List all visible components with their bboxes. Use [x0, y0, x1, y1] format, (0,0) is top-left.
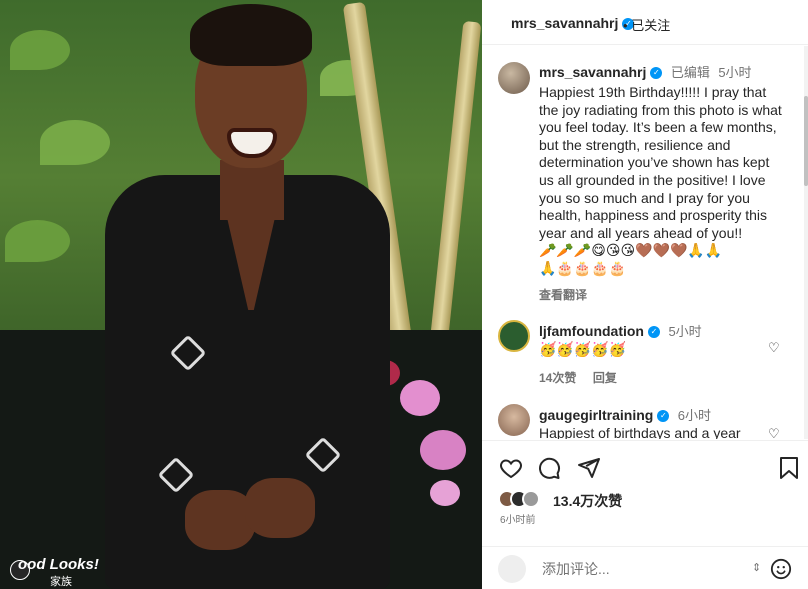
verified-icon: ✓: [650, 66, 663, 79]
liker-avatar: [522, 490, 540, 508]
comment-username[interactable]: ljfamfoundation: [539, 323, 644, 339]
photo-flower: [400, 380, 440, 416]
comment-item: ljfamfoundation ✓ 5小时 🥳🥳🥳🥳🥳 14次赞 回复: [539, 321, 764, 387]
photo-hand: [245, 478, 315, 538]
comment-avatar[interactable]: [498, 320, 530, 352]
photo-plant-stem: [430, 20, 482, 341]
likes-count[interactable]: 13.4万次赞: [553, 491, 622, 511]
post-photo[interactable]: ood Looks! 家族: [0, 0, 482, 589]
comment-time: 5小时: [668, 324, 702, 339]
stepper-icon[interactable]: ⇕: [752, 561, 761, 574]
comment-bubble-icon[interactable]: [536, 455, 562, 481]
verified-icon: ✓: [648, 325, 660, 338]
post-timestamp: 6小时前: [500, 515, 536, 526]
translate-link[interactable]: 查看翻译: [539, 286, 787, 303]
caption-time: 5小时: [718, 65, 752, 80]
photo-foliage: [5, 220, 70, 262]
photo-overlay-subtext: 家族: [50, 576, 72, 588]
verified-icon: ✓: [657, 409, 670, 422]
follow-status[interactable]: • 已关注: [623, 15, 670, 34]
comment-text: Happiest of birthdays and a year: [539, 425, 741, 439]
comment-text: 🥳🥳🥳🥳🥳: [539, 341, 627, 357]
photo-flower: [420, 430, 466, 470]
comment-input[interactable]: 添加评论...: [542, 559, 610, 579]
save-bookmark-icon[interactable]: [776, 455, 802, 481]
follow-button[interactable]: 已关注: [631, 18, 670, 33]
caption-avatar[interactable]: [498, 62, 530, 94]
comment-likes[interactable]: 14次赞: [539, 371, 576, 385]
caption-username[interactable]: mrs_savannahrj: [539, 64, 646, 80]
header-username-row[interactable]: mrs_savannahrj ✓: [511, 15, 635, 31]
photo-neck: [220, 160, 284, 220]
header-username[interactable]: mrs_savannahrj: [511, 15, 618, 31]
comment-item: gaugegirltraining ✓ 6小时 Happiest of birth…: [539, 405, 764, 439]
comment-like-heart-icon[interactable]: ♡: [768, 340, 780, 356]
photo-person: [95, 0, 395, 589]
photo-foliage: [10, 30, 70, 70]
photo-hair: [190, 4, 312, 66]
caption-text: Happiest 19th Birthday!!!!! I pray that …: [539, 84, 782, 241]
current-user-avatar: [498, 555, 526, 583]
comment-like-heart-icon[interactable]: ♡: [768, 426, 780, 439]
separator-dot: •: [623, 18, 628, 33]
comment-username[interactable]: gaugegirltraining: [539, 407, 653, 423]
caption-emojis: 🙏🎂🎂🎂🎂: [539, 259, 627, 276]
caption-emojis: 🥕🥕🥕😋😘😘🤎🤎🤎🙏🙏: [539, 242, 723, 259]
photo-flower: [430, 480, 460, 506]
comment-reply-button[interactable]: 回复: [593, 371, 617, 385]
post-header: mrs_savannahrj ✓ • 已关注: [482, 0, 808, 45]
emoji-icon[interactable]: [768, 556, 794, 582]
like-heart-icon[interactable]: [498, 455, 524, 481]
add-comment-bar: 添加评论... ⇕: [482, 546, 808, 589]
post-details-panel: mrs_savannahrj ✓ • 已关注 mrs_savannahrj ✓ 已编…: [482, 0, 808, 589]
comment-time: 6小时: [677, 408, 712, 423]
comments-scrollbar[interactable]: [804, 46, 808, 439]
caption-edited: 已编辑: [670, 65, 710, 80]
scrollbar-thumb[interactable]: [804, 96, 808, 186]
post-actions: 13.4万次赞 6小时前: [482, 440, 808, 550]
comments-list[interactable]: mrs_savannahrj ✓ 已编辑 5小时 Happiest 19th Bi…: [482, 46, 804, 439]
share-send-icon[interactable]: [576, 455, 602, 481]
liked-by-avatars[interactable]: [498, 490, 540, 508]
comment-avatar[interactable]: [498, 404, 530, 436]
caption-block: mrs_savannahrj ✓ 已编辑 5小时 Happiest 19th Bi…: [539, 62, 787, 303]
photo-overlay-text: ood Looks!: [18, 556, 99, 573]
